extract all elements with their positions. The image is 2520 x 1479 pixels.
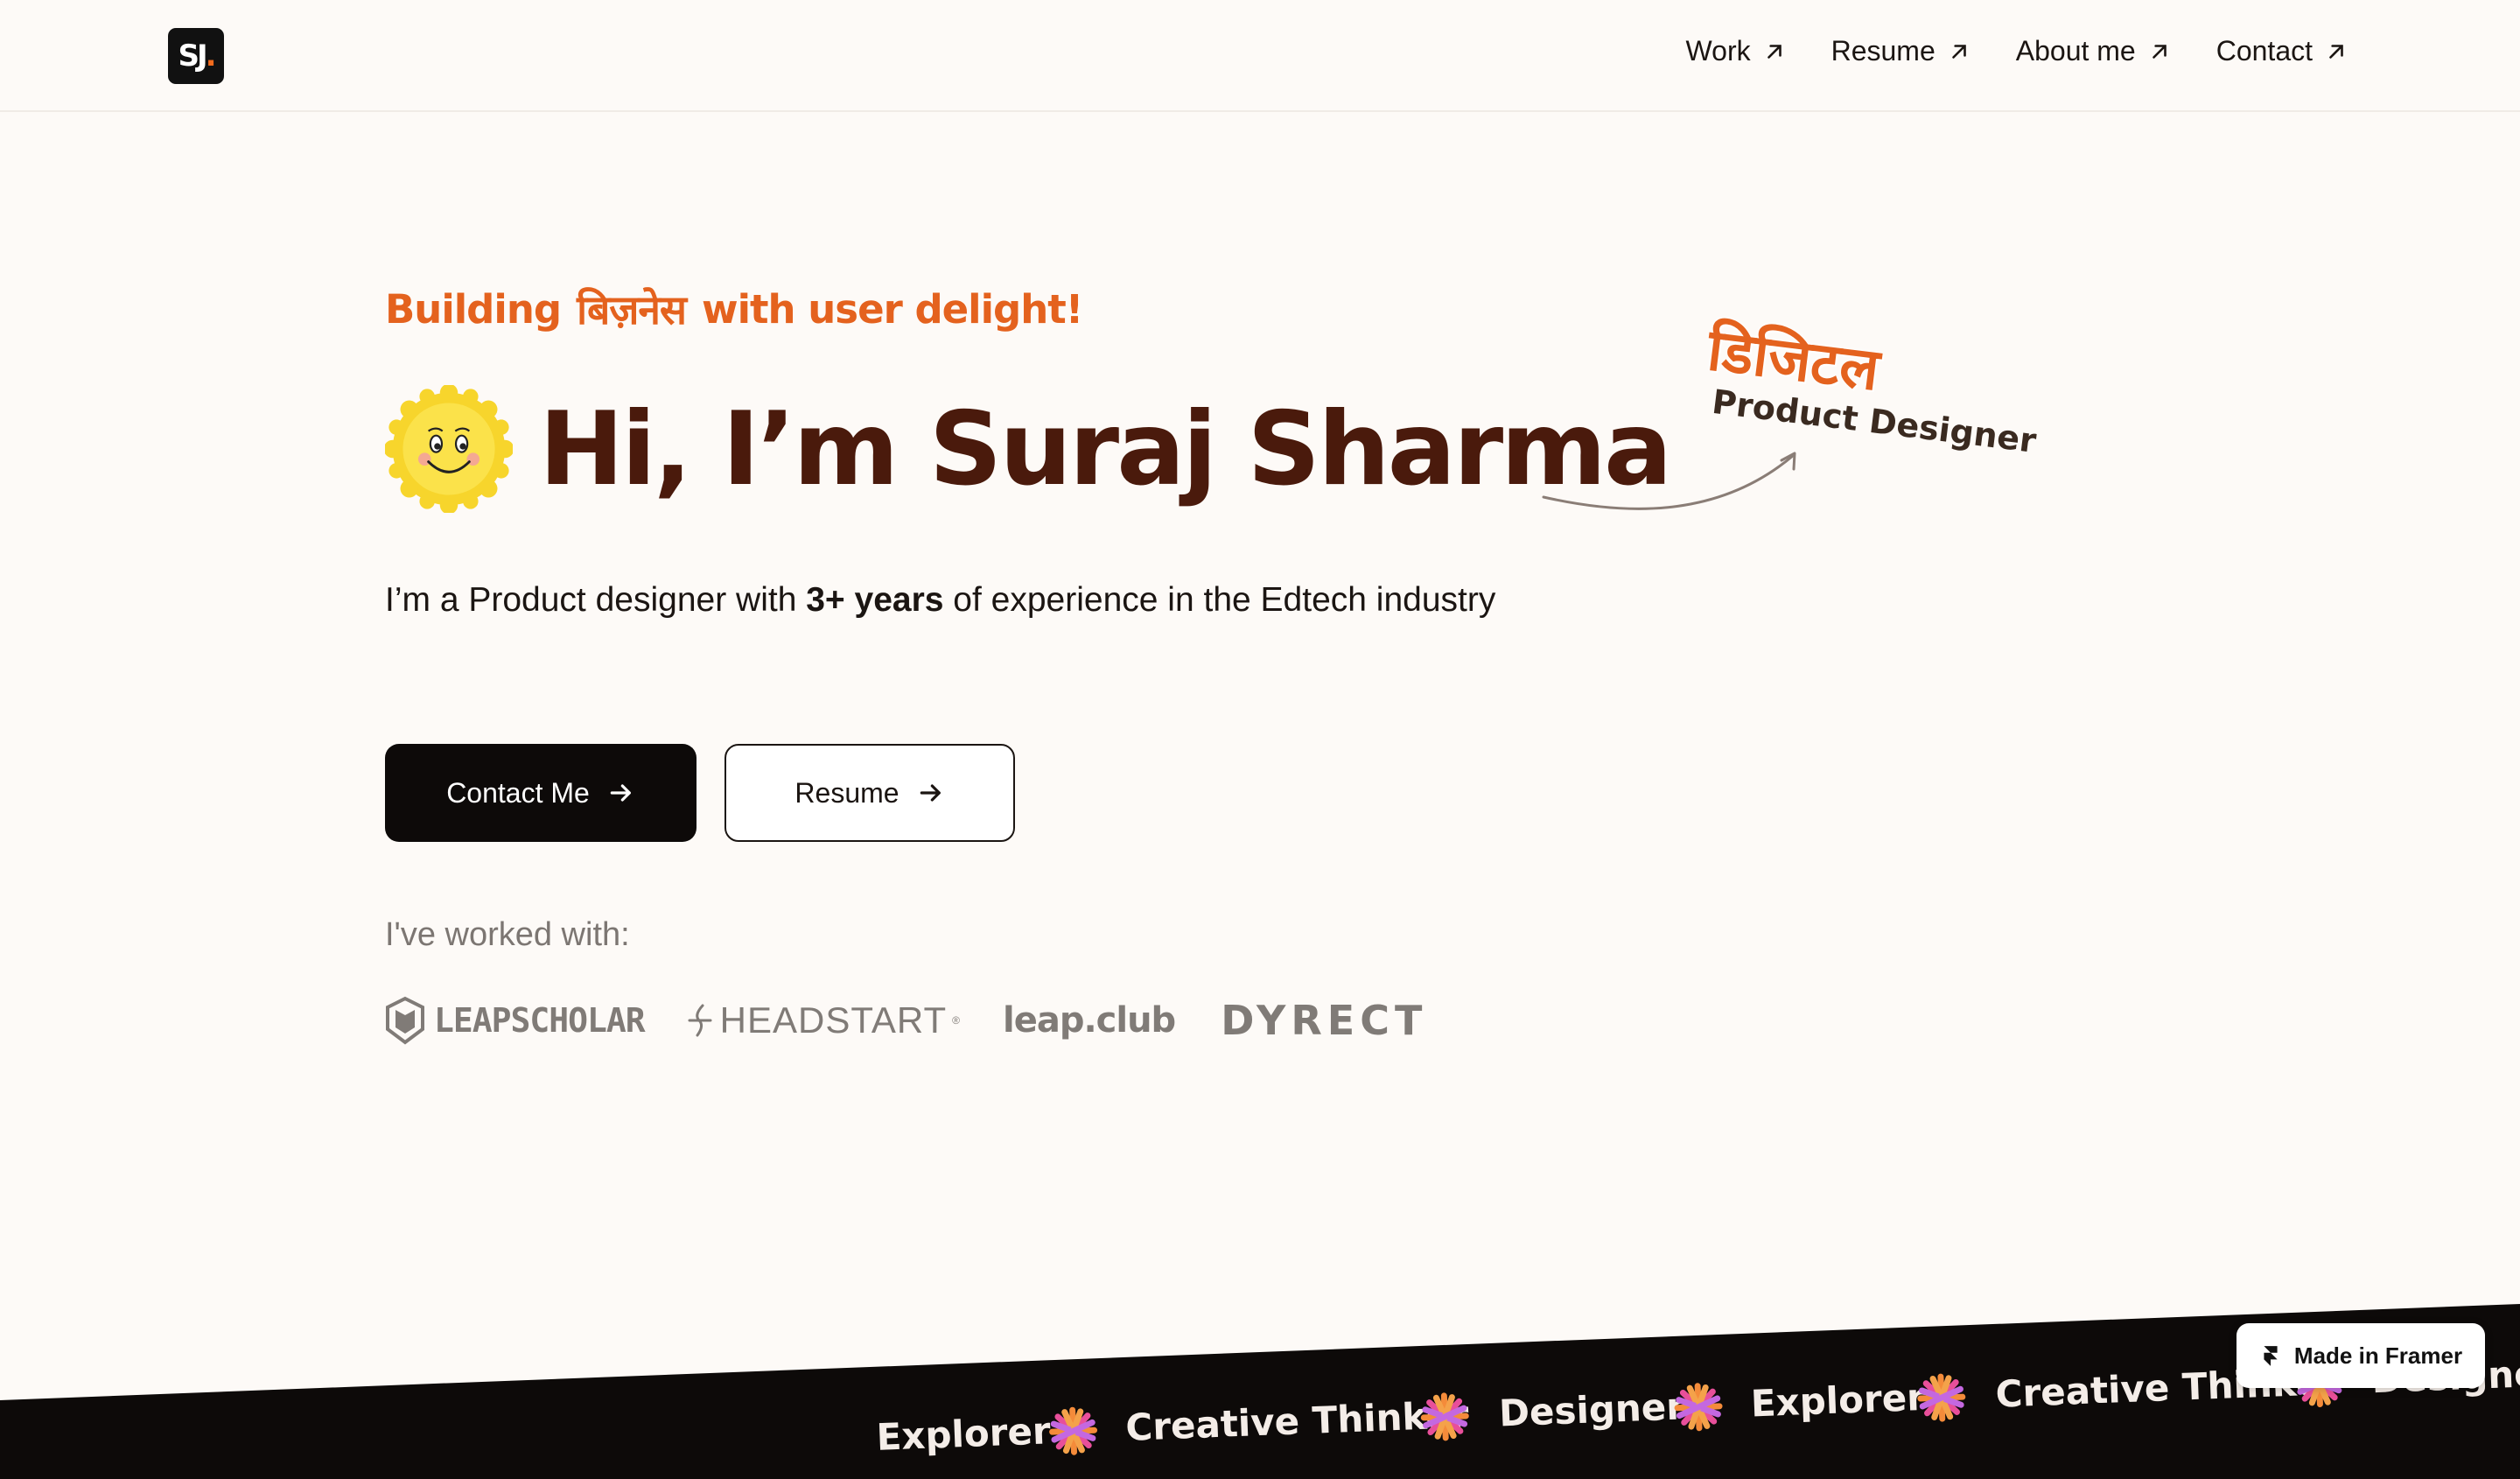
marquee-item: Explorer — [1750, 1376, 1926, 1426]
dyrect-logo: DYRECT — [1221, 997, 1428, 1044]
resume-label: Resume — [794, 776, 900, 809]
made-in-framer-badge[interactable]: Made in Framer — [2236, 1323, 2485, 1388]
arrow-up-right-icon — [2152, 44, 2166, 59]
nav-resume[interactable]: Resume — [1831, 35, 1970, 67]
logo[interactable]: SJ. — [168, 28, 224, 84]
shield-icon — [386, 996, 424, 1045]
clients-label: I've worked with: — [385, 916, 630, 953]
nav-work[interactable]: Work — [1686, 35, 1786, 67]
tagline-after: with user delight! — [702, 285, 1083, 333]
curved-arrow-icon — [1542, 452, 1796, 510]
smiling-sun-icon — [385, 385, 513, 513]
tagline-before: Building — [385, 285, 562, 333]
marquee-item: Explorer — [876, 1409, 1052, 1459]
resume-button[interactable]: Resume — [724, 744, 1015, 842]
headstart-logo: HEADSTART ® — [685, 999, 961, 1041]
leapscholar-text: LEAPSCHOLAR — [434, 1001, 646, 1040]
page-title: Hi, I’m Suraj Sharma — [539, 390, 1672, 508]
nav-contact-label: Contact — [2216, 35, 2313, 67]
nav-about-label: About me — [2015, 35, 2136, 67]
arrow-up-right-icon — [2329, 44, 2343, 59]
flower-icon — [1423, 1395, 1466, 1439]
arrow-up-right-icon — [1951, 44, 1966, 59]
badge-label: Made in Framer — [2293, 1342, 2463, 1369]
framer-icon — [2264, 1346, 2278, 1366]
contact-me-button[interactable]: Contact Me — [385, 744, 696, 842]
contact-me-label: Contact Me — [446, 776, 590, 809]
arrow-right-icon — [920, 784, 941, 802]
leapclub-logo: leap.club — [1003, 1000, 1176, 1041]
hero-tagline: Building बिज़नेस with user delight! — [385, 282, 1083, 336]
nav-about[interactable]: About me — [2016, 35, 2171, 67]
nav-resume-label: Resume — [1830, 35, 1936, 67]
spark-icon — [688, 1004, 712, 1037]
client-logos: LEAPSCHOLAR HEADSTART ® leap.club DYRECT — [385, 994, 1427, 1047]
intro-before: I’m a Product designer with — [385, 581, 807, 619]
flower-icon — [1920, 1376, 1964, 1419]
arrow-up-right-icon — [1767, 44, 1782, 59]
nav-contact[interactable]: Contact — [2216, 35, 2348, 67]
main-nav: Work Resume About me Contact — [1686, 35, 2348, 67]
intro-after: of experience in the Edtech industry — [943, 581, 1496, 619]
nav-work-label: Work — [1685, 35, 1751, 67]
arrow-right-icon — [610, 784, 631, 802]
marquee-item: Designer — [1498, 1384, 1685, 1434]
flower-icon — [1052, 1409, 1096, 1453]
flower-icon — [1676, 1385, 1720, 1429]
leapscholar-logo: LEAPSCHOLAR — [385, 996, 646, 1045]
headstart-text: HEADSTART — [719, 999, 948, 1041]
tagline-hindi: बिज़नेस — [577, 286, 687, 333]
intro-text: I’m a Product designer with 3+ years of … — [385, 581, 1495, 620]
skills-marquee: Explorer Creative Thinker Designer Explo… — [0, 1304, 2520, 1479]
logo-text: SJ — [178, 39, 207, 74]
site-header: SJ. Work Resume About me Contact — [0, 0, 2520, 112]
intro-bold: 3+ years — [806, 581, 944, 619]
registered-mark: ® — [952, 1014, 961, 1027]
logo-dot: . — [205, 39, 217, 74]
